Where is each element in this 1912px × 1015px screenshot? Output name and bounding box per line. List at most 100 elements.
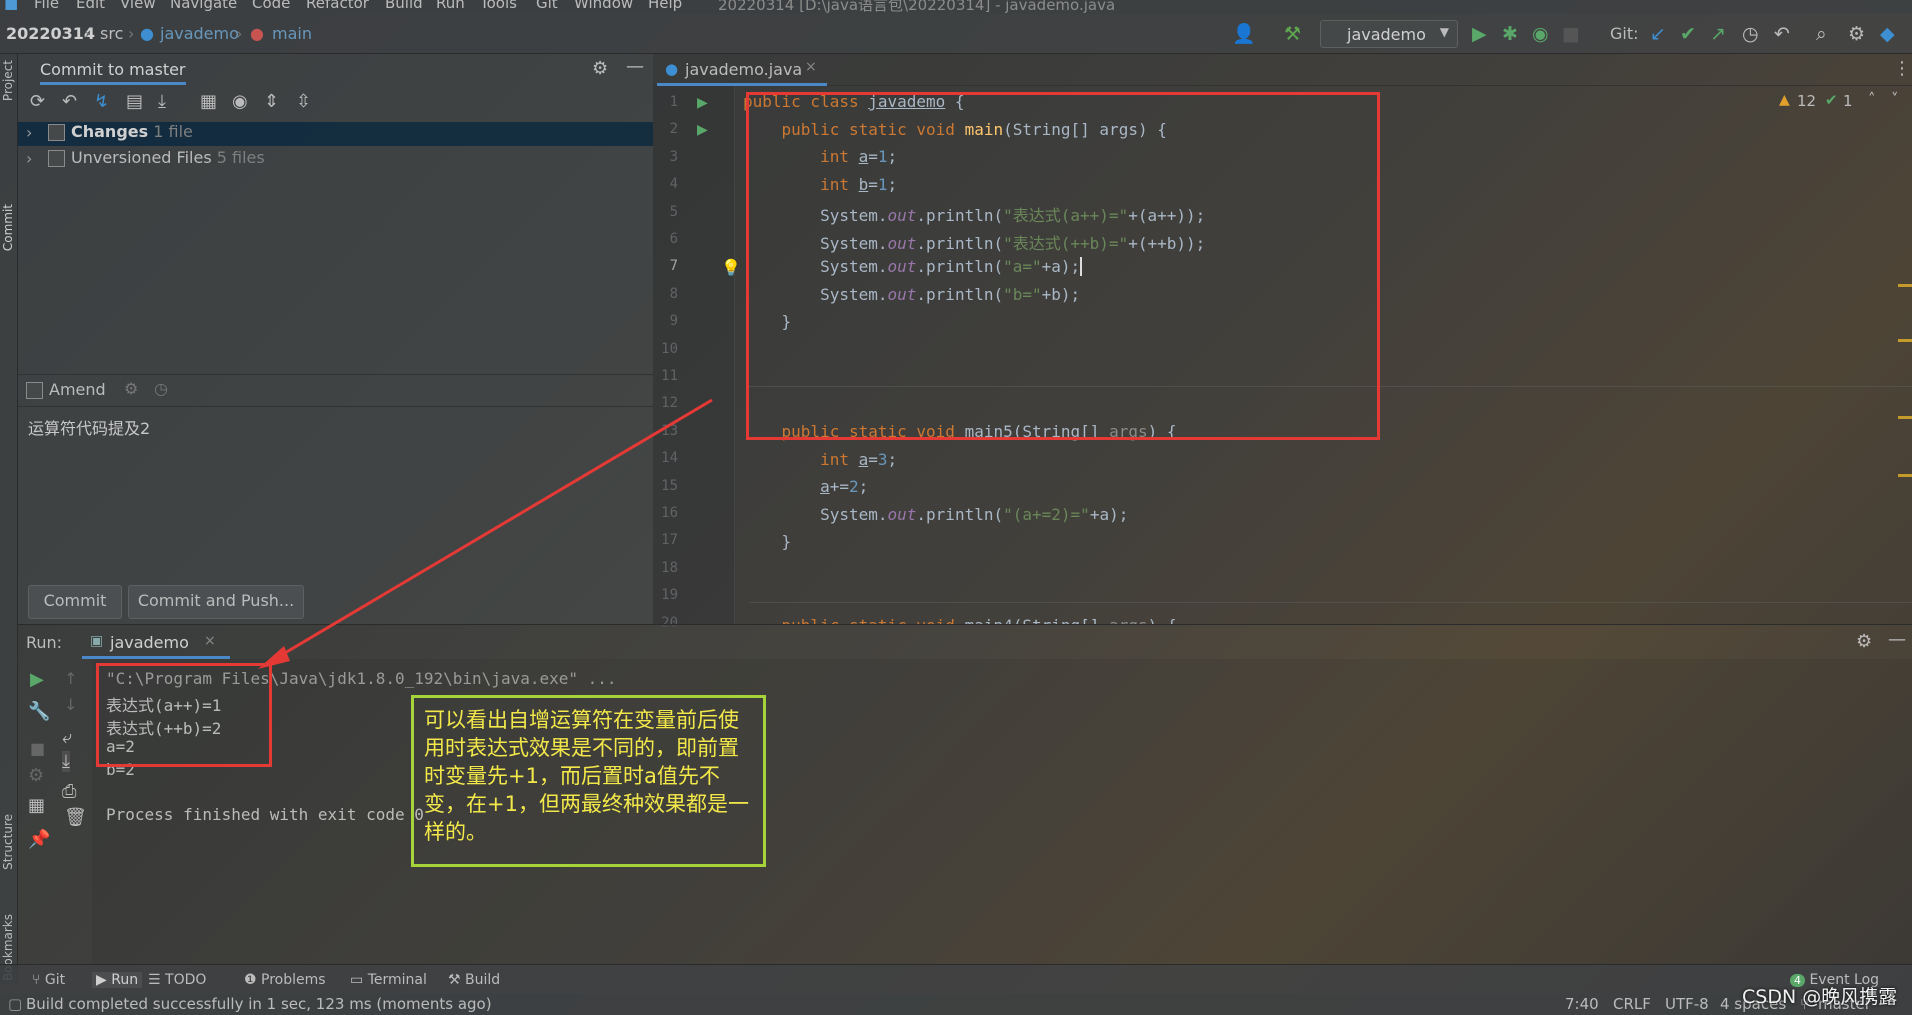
run-tool-button[interactable]: ▶ Run bbox=[92, 972, 143, 988]
amend-checkbox[interactable] bbox=[26, 382, 43, 399]
cursor-position[interactable]: 7:40 bbox=[1565, 995, 1599, 1013]
file-encoding[interactable]: UTF-8 bbox=[1665, 995, 1709, 1013]
build-tool-button[interactable]: ⚒ Build bbox=[448, 972, 500, 988]
print-icon[interactable]: ⎙ bbox=[62, 781, 76, 802]
tab-javademo-java[interactable]: ● javademo.java × bbox=[657, 54, 827, 86]
minimize-icon[interactable]: — bbox=[626, 56, 644, 77]
menu-help[interactable]: Help bbox=[648, 0, 682, 12]
commit-and-push-button[interactable]: Commit and Push... bbox=[128, 585, 304, 619]
breadcrumb-folder[interactable]: src bbox=[100, 24, 123, 43]
menu-edit[interactable]: Edit bbox=[76, 0, 105, 12]
breadcrumb-method[interactable]: main bbox=[272, 24, 312, 43]
rollback-icon[interactable]: ↶ bbox=[1774, 23, 1790, 45]
menu-file[interactable]: File bbox=[34, 0, 59, 12]
close-icon[interactable]: × bbox=[204, 633, 216, 649]
status-message[interactable]: Build completed successfully in 1 sec, 1… bbox=[26, 995, 492, 1013]
chevron-down-icon: ▼ bbox=[1439, 25, 1449, 39]
menu-navigate[interactable]: Navigate bbox=[170, 0, 237, 12]
problems-tool-button[interactable]: ❶ Problems bbox=[244, 972, 326, 988]
expand-all-icon[interactable]: ⇕ bbox=[264, 91, 279, 112]
search-icon[interactable]: ⌕ bbox=[1816, 23, 1827, 45]
git-tool-button[interactable]: ⑂ Git bbox=[32, 972, 65, 988]
up-icon[interactable]: ↑ bbox=[64, 669, 77, 688]
editor-tab-bar: ● javademo.java × ⋮ bbox=[653, 54, 1912, 86]
git-update-icon[interactable]: ↙ bbox=[1650, 23, 1666, 45]
build-tool-label: Build bbox=[465, 972, 501, 988]
update-icon[interactable]: ↯ bbox=[94, 91, 109, 112]
status-square-icon[interactable]: ▢ bbox=[8, 995, 22, 1013]
run-icon[interactable]: ▶ bbox=[1472, 23, 1487, 45]
scroll-to-end-icon[interactable]: ⤓ bbox=[62, 751, 70, 772]
breadcrumb-class[interactable]: javademo bbox=[160, 24, 239, 43]
trash-icon[interactable]: 🗑 bbox=[64, 807, 87, 828]
changes-checkbox[interactable] bbox=[48, 124, 65, 141]
shelve-icon[interactable]: ⤓ bbox=[158, 91, 166, 112]
run-icon: ▶ bbox=[96, 972, 107, 988]
close-icon[interactable]: × bbox=[805, 59, 817, 75]
navigation-bar: 20220314 › src › ● javademo › ● main 👤 ⚒… bbox=[0, 14, 1912, 54]
gear-icon[interactable]: ⚙ bbox=[592, 58, 608, 79]
menu-git[interactable]: Git bbox=[536, 0, 558, 12]
menu-refactor[interactable]: Refactor bbox=[306, 0, 369, 12]
rollback-icon[interactable]: ↶ bbox=[62, 91, 77, 112]
commit-button[interactable]: Commit bbox=[28, 585, 122, 619]
line-separator[interactable]: CRLF bbox=[1613, 995, 1651, 1013]
amend-settings-icon[interactable]: ⚙ bbox=[124, 379, 138, 398]
minimize-icon[interactable]: — bbox=[1888, 629, 1906, 650]
menu-build[interactable]: Build bbox=[385, 0, 423, 12]
build-hammer-icon[interactable]: ⚒ bbox=[1284, 23, 1301, 45]
diff-icon[interactable]: ▤ bbox=[126, 91, 143, 112]
stop-icon[interactable]: ■ bbox=[30, 739, 45, 758]
structure-tab[interactable]: Structure bbox=[1, 814, 15, 870]
menu-code[interactable]: Code bbox=[252, 0, 290, 12]
gear-icon[interactable]: ⚙ bbox=[1856, 631, 1872, 652]
run-tab-javademo[interactable]: ▣ javademo × bbox=[82, 625, 230, 659]
todo-tool-button[interactable]: ☰ TODO bbox=[148, 972, 206, 988]
run-config-select[interactable]: javademo ▼ bbox=[1320, 20, 1458, 48]
pin-icon[interactable]: 📌 bbox=[28, 829, 50, 850]
history-icon[interactable]: ◷ bbox=[154, 379, 168, 398]
class-icon: ● bbox=[140, 24, 154, 43]
plugin-icon[interactable]: ◆ bbox=[1880, 23, 1895, 45]
collapse-all-icon[interactable]: ⇳ bbox=[296, 91, 311, 112]
soft-wrap-icon[interactable]: ⤶ bbox=[62, 727, 72, 748]
eye-icon[interactable]: ◉ bbox=[232, 91, 248, 112]
down-icon[interactable]: ↓ bbox=[64, 695, 77, 714]
terminal-tool-button[interactable]: ▭ Terminal bbox=[350, 972, 427, 988]
commit-tab[interactable]: Commit bbox=[1, 204, 15, 251]
layout-icon[interactable]: ▦ bbox=[28, 795, 45, 816]
menu-run[interactable]: Run bbox=[436, 0, 465, 12]
status-bar: ▢ Build completed successfully in 1 sec,… bbox=[0, 994, 1912, 1015]
amend-row: Amend ⚙ ◷ bbox=[18, 374, 653, 404]
git-commit-icon[interactable]: ✔ bbox=[1680, 23, 1696, 45]
group-icon[interactable]: ▦ bbox=[200, 91, 217, 112]
run-header: Run: ▣ javademo × ⚙ — bbox=[18, 625, 1912, 659]
more-icon[interactable]: ⋮ bbox=[1893, 58, 1911, 79]
console-output[interactable]: "C:\Program Files\Java\jdk1.8.0_192\bin\… bbox=[92, 659, 1912, 965]
run-tool-label: Run bbox=[111, 972, 139, 988]
camera-icon[interactable]: ⚙ bbox=[28, 765, 44, 786]
user-icon[interactable]: 👤 bbox=[1232, 23, 1256, 45]
menu-window[interactable]: Window bbox=[574, 0, 633, 12]
commit-toolbar: ⟳ ↶ ↯ ▤ ⤓ ▦ ◉ ⇕ ⇳ bbox=[18, 88, 653, 118]
history-icon[interactable]: ◷ bbox=[1742, 23, 1759, 45]
menu-view[interactable]: View bbox=[120, 0, 156, 12]
git-push-icon[interactable]: ↗ bbox=[1710, 23, 1726, 45]
refresh-icon[interactable]: ⟳ bbox=[30, 91, 45, 112]
commit-message-field[interactable]: 运算符代码提及2 bbox=[18, 406, 653, 576]
debug-icon[interactable]: ✱ bbox=[1502, 23, 1518, 45]
coverage-icon[interactable]: ◉ bbox=[1532, 23, 1549, 45]
unversioned-checkbox[interactable] bbox=[48, 150, 65, 167]
stop-icon[interactable]: ■ bbox=[1562, 23, 1580, 45]
rerun-icon[interactable]: ▶ bbox=[30, 669, 44, 690]
menu-tools[interactable]: Tools bbox=[480, 0, 517, 12]
wrench-icon[interactable]: 🔧 bbox=[28, 701, 50, 722]
run-tab-label: javademo bbox=[110, 633, 189, 652]
changes-row[interactable]: › Changes 1 file bbox=[18, 122, 653, 146]
amend-label[interactable]: Amend bbox=[49, 380, 106, 399]
scroll-marker bbox=[1898, 474, 1912, 477]
settings-gear-icon[interactable]: ⚙ bbox=[1848, 23, 1865, 45]
breadcrumb-project[interactable]: 20220314 bbox=[6, 24, 95, 43]
project-tab[interactable]: Project bbox=[1, 60, 15, 101]
unversioned-row[interactable]: › Unversioned Files 5 files bbox=[18, 148, 653, 172]
